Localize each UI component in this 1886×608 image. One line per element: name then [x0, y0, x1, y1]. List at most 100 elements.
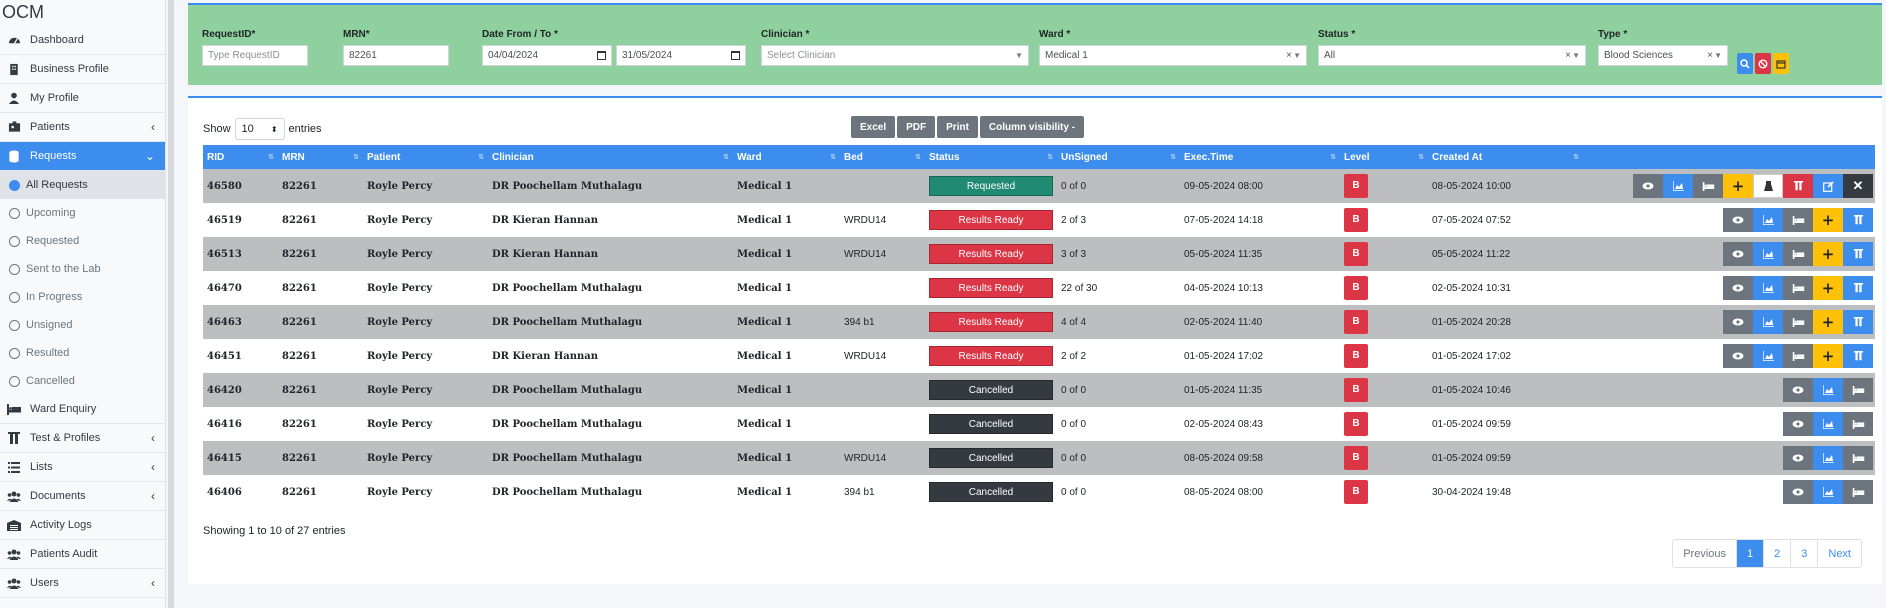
status-select[interactable]: All × ▼ [1318, 45, 1586, 66]
sidebar-item-users[interactable]: Users ‹ [0, 569, 165, 598]
test-tubes-button[interactable] [1843, 208, 1873, 232]
bed-button[interactable] [1843, 480, 1873, 504]
calendar-button[interactable] [1773, 53, 1789, 74]
table-row[interactable]: 46463 82261 Royle Percy DR Poochellam Mutha… [203, 305, 1875, 339]
sidebar-item-documents[interactable]: Documents ‹ [0, 482, 165, 511]
excel-button[interactable]: Excel [851, 116, 896, 138]
column-header[interactable]: Patient ⇅ [363, 145, 488, 169]
edit-button[interactable] [1813, 174, 1843, 198]
test-tubes-button[interactable] [1783, 174, 1813, 198]
ward-select[interactable]: Medical 1 × ▼ [1039, 45, 1307, 66]
column-header[interactable] [1583, 145, 1875, 169]
add-button[interactable]: + [1813, 344, 1843, 368]
submenu-item-requested[interactable]: Requested [0, 227, 165, 255]
page-1-button[interactable]: 1 [1736, 540, 1764, 567]
clear-icon[interactable]: × [1565, 50, 1571, 61]
sidebar-item-requests[interactable]: Requests ⌄ [0, 142, 165, 171]
submenu-item-resulted[interactable]: Resulted [0, 339, 165, 367]
submenu-item-sent-to-the-lab[interactable]: Sent to the Lab [0, 255, 165, 283]
clear-icon[interactable]: × [1286, 50, 1292, 61]
view-button[interactable] [1723, 208, 1753, 232]
sidebar-item-activity-logs[interactable]: Activity Logs [0, 511, 165, 540]
table-row[interactable]: 46451 82261 Royle Percy DR Kieran Hannan Med… [203, 339, 1875, 373]
table-row[interactable]: 46415 82261 Royle Percy DR Poochellam Mutha… [203, 441, 1875, 475]
sidebar-item-patients[interactable]: Patients ‹ [0, 113, 165, 142]
column-header[interactable]: Level ⇅ [1340, 145, 1428, 169]
sidebar-item-patients-audit[interactable]: Patients Audit [0, 540, 165, 569]
column-header[interactable]: MRN ⇅ [278, 145, 363, 169]
table-row[interactable]: 46416 82261 Royle Percy DR Poochellam Mutha… [203, 407, 1875, 441]
view-button[interactable] [1723, 310, 1753, 334]
page-3-button[interactable]: 3 [1790, 540, 1817, 567]
table-row[interactable]: 46519 82261 Royle Percy DR Kieran Hannan Med… [203, 203, 1875, 237]
view-button[interactable] [1783, 378, 1813, 402]
column-visibility-button[interactable]: Column visibility - [979, 116, 1085, 138]
column-header[interactable]: UnSigned ⇅ [1057, 145, 1180, 169]
clear-icon[interactable]: × [1707, 50, 1713, 61]
sidebar-item-my-profile[interactable]: My Profile [0, 84, 165, 113]
column-header[interactable]: Ward ⇅ [733, 145, 840, 169]
chart-button[interactable] [1753, 344, 1783, 368]
bed-button[interactable] [1783, 242, 1813, 266]
chart-button[interactable] [1813, 378, 1843, 402]
bed-button[interactable] [1843, 446, 1873, 470]
bed-button[interactable] [1843, 412, 1873, 436]
chart-button[interactable] [1813, 412, 1843, 436]
sidebar-item-test-profiles[interactable]: Test & Profiles ‹ [0, 424, 165, 453]
search-button[interactable] [1737, 53, 1753, 74]
view-button[interactable] [1723, 344, 1753, 368]
add-button[interactable]: + [1813, 276, 1843, 300]
request-id-input[interactable]: Type RequestID [202, 45, 308, 66]
sidebar-item-dashboard[interactable]: Dashboard [0, 26, 165, 55]
column-header[interactable]: Bed ⇅ [840, 145, 925, 169]
chart-button[interactable] [1753, 208, 1783, 232]
chart-button[interactable] [1813, 480, 1843, 504]
sidebar-item-business-profile[interactable]: Business Profile [0, 55, 165, 84]
submenu-item-all-requests[interactable]: All Requests [0, 171, 165, 199]
add-button[interactable]: + [1813, 310, 1843, 334]
view-button[interactable] [1723, 276, 1753, 300]
reset-button[interactable] [1755, 53, 1771, 74]
column-header[interactable]: Clinician ⇅ [488, 145, 733, 169]
submenu-item-unsigned[interactable]: Unsigned [0, 311, 165, 339]
pdf-button[interactable]: PDF [897, 116, 936, 138]
view-button[interactable] [1783, 480, 1813, 504]
date-to-input[interactable]: 31/05/2024 [616, 45, 746, 66]
chart-button[interactable] [1753, 242, 1783, 266]
table-row[interactable]: 46420 82261 Royle Percy DR Poochellam Mutha… [203, 373, 1875, 407]
submenu-item-upcoming[interactable]: Upcoming [0, 199, 165, 227]
chart-button[interactable] [1813, 446, 1843, 470]
table-row[interactable]: 46513 82261 Royle Percy DR Kieran Hannan Med… [203, 237, 1875, 271]
type-select[interactable]: Blood Sciences × ▼ [1598, 45, 1728, 66]
sidebar-item-ward-enquiry[interactable]: Ward Enquiry [0, 395, 165, 424]
add-button[interactable]: + [1813, 208, 1843, 232]
table-row[interactable]: 46580 82261 Royle Percy DR Poochellam Mutha… [203, 169, 1875, 203]
view-button[interactable] [1633, 174, 1663, 198]
bed-button[interactable] [1783, 208, 1813, 232]
next-page-button[interactable]: Next [1817, 540, 1861, 567]
column-header[interactable]: Created At ⇅ [1428, 145, 1583, 169]
table-row[interactable]: 46406 82261 Royle Percy DR Poochellam Mutha… [203, 475, 1875, 509]
view-button[interactable] [1783, 446, 1813, 470]
add-button[interactable]: + [1813, 242, 1843, 266]
test-tubes-button[interactable] [1843, 276, 1873, 300]
bed-button[interactable] [1843, 378, 1873, 402]
bed-button[interactable] [1783, 310, 1813, 334]
bed-button[interactable] [1783, 344, 1813, 368]
column-header[interactable]: Status ⇅ [925, 145, 1057, 169]
sidebar-item-lists[interactable]: Lists ‹ [0, 453, 165, 482]
test-tubes-button[interactable] [1843, 242, 1873, 266]
column-header[interactable]: Exec.Time ⇅ [1180, 145, 1340, 169]
page-2-button[interactable]: 2 [1763, 540, 1790, 567]
bed-button[interactable] [1783, 276, 1813, 300]
test-tubes-button[interactable] [1843, 310, 1873, 334]
test-tubes-button[interactable] [1843, 344, 1873, 368]
mrn-input[interactable]: 82261 [343, 45, 449, 66]
clinician-select[interactable]: Select Clinician ▼ [761, 45, 1029, 66]
add-button[interactable]: + [1723, 174, 1753, 198]
submenu-item-cancelled[interactable]: Cancelled [0, 367, 165, 395]
chart-button[interactable] [1753, 276, 1783, 300]
previous-page-button[interactable]: Previous [1673, 540, 1736, 567]
date-from-input[interactable]: 04/04/2024 [482, 45, 612, 66]
view-button[interactable] [1723, 242, 1753, 266]
